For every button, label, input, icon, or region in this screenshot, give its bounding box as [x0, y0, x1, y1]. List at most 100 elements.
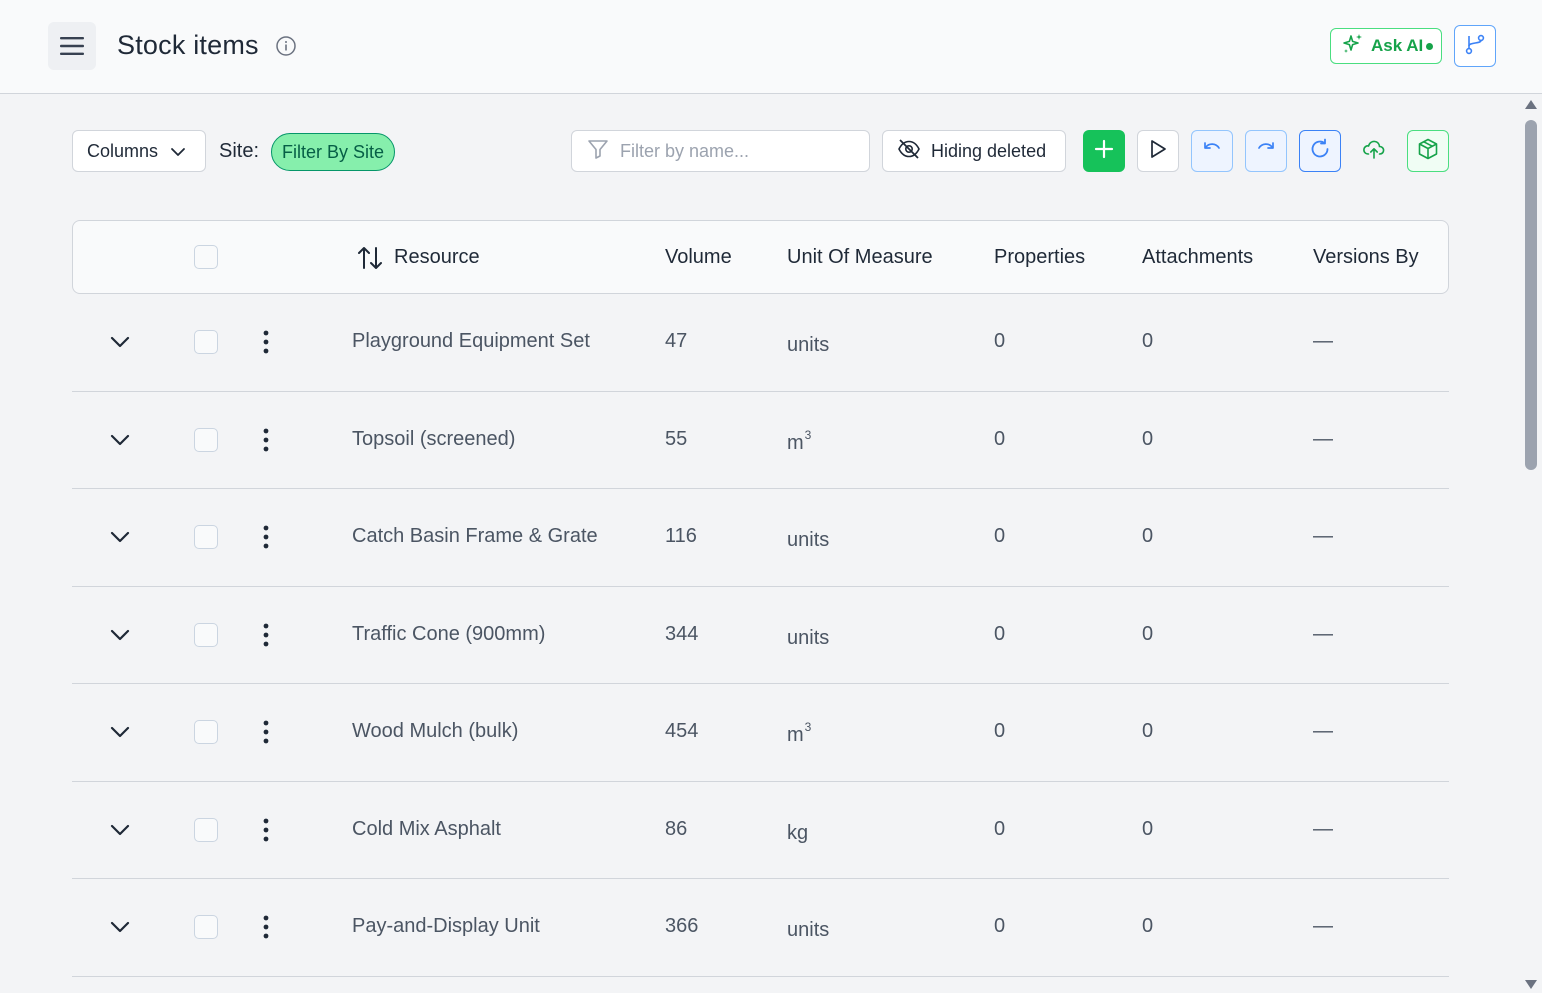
chevron-down-icon[interactable]	[106, 915, 134, 939]
table-header: Resource Volume Unit Of Measure Properti…	[72, 220, 1449, 294]
cell-properties: 0	[994, 817, 1006, 840]
cell-versions-by: —	[1313, 525, 1333, 547]
more-vertical-icon[interactable]	[254, 913, 278, 941]
table-row[interactable]: Traffic Cone (900mm) 344 units 0 0 —	[72, 587, 1449, 684]
column-header-properties[interactable]: Properties	[994, 246, 1085, 269]
table-row[interactable]: Topsoil (screened) 55 m3 0 0 —	[72, 392, 1449, 489]
status-dot	[1426, 42, 1434, 50]
more-vertical-icon[interactable]	[254, 523, 278, 551]
chevron-down-icon	[170, 141, 186, 162]
redo-icon	[1255, 138, 1277, 165]
column-header-volume[interactable]: Volume	[665, 246, 732, 269]
unit-text: units	[787, 626, 830, 649]
cell-unit: units	[787, 330, 830, 357]
column-header-versions-by[interactable]: Versions By	[1313, 246, 1419, 269]
cell-versions-by: —	[1313, 330, 1333, 352]
scroll-down-arrow-icon[interactable]	[1525, 980, 1537, 989]
search-field[interactable]	[571, 130, 870, 172]
undo-button[interactable]	[1191, 130, 1233, 172]
more-vertical-icon[interactable]	[254, 328, 278, 356]
row-checkbox[interactable]	[194, 330, 218, 354]
row-checkbox[interactable]	[194, 427, 218, 452]
unit-text: units	[787, 919, 830, 941]
add-item-button[interactable]	[1083, 130, 1125, 172]
cell-attachments: 0	[1142, 915, 1154, 937]
row-checkbox[interactable]	[194, 720, 218, 744]
more-vertical-icon[interactable]	[254, 718, 278, 746]
cell-volume: 47	[665, 330, 688, 352]
cell-volume: 116	[665, 525, 697, 547]
unit-exponent: 3	[804, 427, 812, 442]
refresh-button[interactable]	[1299, 130, 1341, 172]
unit-text: m	[787, 431, 804, 454]
scrollbar-thumb[interactable]	[1525, 120, 1537, 470]
more-vertical-icon[interactable]	[254, 621, 278, 649]
cell-volume: 454	[665, 720, 699, 742]
sort-icon[interactable]	[356, 245, 384, 276]
vertical-scrollbar[interactable]	[1520, 94, 1542, 993]
table-row[interactable]: Playground Equipment Set 47 units 0 0 —	[72, 294, 1449, 392]
cell-resource[interactable]: Topsoil (screened)	[352, 428, 515, 451]
chevron-down-icon[interactable]	[106, 720, 134, 744]
more-vertical-icon[interactable]	[254, 426, 278, 454]
filter-icon	[586, 137, 610, 166]
hiding-deleted-toggle[interactable]: Hiding deleted	[882, 130, 1066, 172]
cell-attachments: 0	[1142, 622, 1154, 645]
chevron-down-icon[interactable]	[106, 330, 134, 354]
redo-button[interactable]	[1245, 130, 1287, 172]
cell-resource[interactable]: Catch Basin Frame & Grate	[352, 525, 598, 548]
chevron-down-icon[interactable]	[106, 428, 134, 452]
table-row[interactable]: Cold Mix Asphalt 86 kg 0 0 —	[72, 782, 1449, 879]
columns-label: Columns	[87, 140, 159, 161]
row-checkbox[interactable]	[194, 915, 218, 939]
info-circle-icon[interactable]	[275, 35, 297, 57]
run-button[interactable]	[1137, 130, 1179, 172]
cell-properties: 0	[994, 915, 1006, 937]
select-all-checkbox[interactable]	[194, 245, 218, 269]
table-row[interactable]: Pay-and-Display Unit 366 units 0 0 —	[72, 879, 1449, 977]
row-checkbox[interactable]	[194, 525, 218, 549]
page-title: Stock items	[117, 30, 259, 60]
cell-unit: m3	[787, 720, 811, 747]
cell-attachments: 0	[1142, 720, 1154, 742]
column-header-unit[interactable]: Unit Of Measure	[787, 246, 933, 269]
cell-resource[interactable]: Cold Mix Asphalt	[352, 818, 501, 841]
column-header-attachments[interactable]: Attachments	[1142, 246, 1253, 269]
row-checkbox[interactable]	[194, 817, 218, 842]
package-button[interactable]	[1407, 130, 1449, 172]
package-icon	[1416, 137, 1440, 166]
cell-versions-by: —	[1313, 720, 1333, 742]
table-body: Playground Equipment Set 47 units 0 0 — …	[72, 294, 1449, 977]
column-header-resource[interactable]: Resource	[394, 246, 480, 269]
row-checkbox[interactable]	[194, 622, 218, 647]
cell-unit: units	[787, 525, 830, 552]
git-branch-button[interactable]	[1454, 25, 1496, 67]
refresh-icon	[1308, 137, 1332, 166]
cell-properties: 0	[994, 622, 1006, 645]
cell-properties: 0	[994, 427, 1006, 450]
cell-volume: 344	[665, 622, 699, 645]
columns-dropdown[interactable]: Columns	[72, 130, 206, 172]
more-vertical-icon[interactable]	[254, 816, 278, 844]
git-branch-icon	[1463, 32, 1487, 61]
cell-properties: 0	[994, 330, 1006, 352]
search-input[interactable]	[620, 140, 850, 162]
cell-resource[interactable]: Pay-and-Display Unit	[352, 915, 540, 938]
upload-button[interactable]	[1353, 130, 1395, 172]
hamburger-menu-icon[interactable]	[48, 22, 96, 70]
chevron-down-icon[interactable]	[106, 525, 134, 549]
site-label: Site:	[219, 140, 260, 162]
chevron-down-icon[interactable]	[106, 818, 134, 842]
table-row[interactable]: Wood Mulch (bulk) 454 m3 0 0 —	[72, 684, 1449, 782]
chevron-down-icon[interactable]	[106, 623, 134, 647]
cell-attachments: 0	[1142, 330, 1154, 352]
cell-resource[interactable]: Playground Equipment Set	[352, 330, 590, 353]
table-row[interactable]: Catch Basin Frame & Grate 116 units 0 0 …	[72, 489, 1449, 587]
cell-resource[interactable]: Traffic Cone (900mm)	[352, 623, 545, 646]
cell-unit: m3	[787, 428, 811, 455]
scroll-up-arrow-icon[interactable]	[1525, 100, 1537, 109]
cell-properties: 0	[994, 525, 1006, 547]
ask-ai-button[interactable]: Ask AI	[1330, 28, 1442, 64]
site-filter-chip[interactable]: Filter By Site	[271, 133, 395, 171]
cell-resource[interactable]: Wood Mulch (bulk)	[352, 720, 518, 743]
